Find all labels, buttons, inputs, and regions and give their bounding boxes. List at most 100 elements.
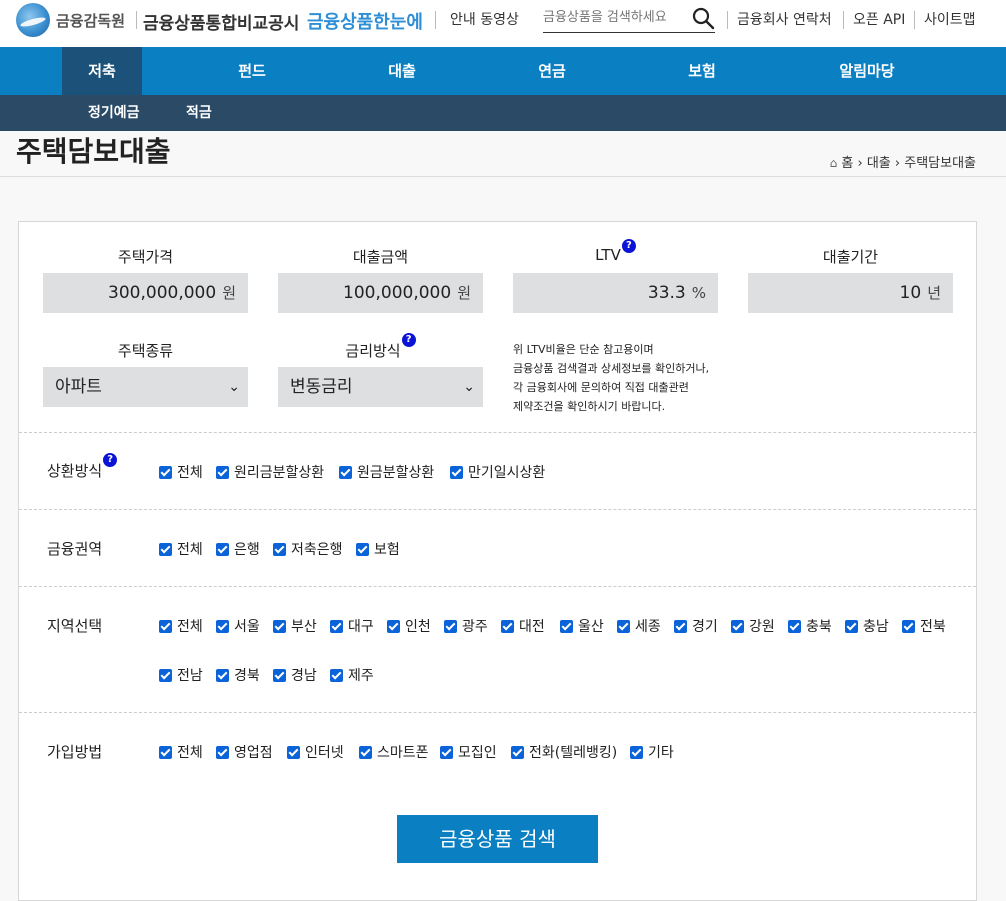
region-option[interactable]: 제주 <box>330 665 374 685</box>
search-button[interactable]: 금융상품 검색 <box>397 815 598 863</box>
repayment-option[interactable]: 원리금분할상환 <box>216 462 324 482</box>
portal-name[interactable]: 금융상품통합비교공시 <box>143 9 299 34</box>
repayment-option[interactable]: 원금분할상환 <box>339 462 434 482</box>
channel-option[interactable]: 전체 <box>159 742 203 762</box>
checkbox-checked-icon[interactable] <box>444 620 457 633</box>
loan-period-field[interactable]: 10 년 <box>748 273 953 313</box>
checkbox-checked-icon[interactable] <box>159 466 172 479</box>
nav-insurance[interactable]: 보험 <box>652 47 752 95</box>
checkbox-checked-icon[interactable] <box>216 543 229 556</box>
nav-savings[interactable]: 저축 <box>62 47 142 95</box>
region-option[interactable]: 경남 <box>273 665 317 685</box>
checkbox-checked-icon[interactable] <box>731 620 744 633</box>
region-option[interactable]: 전남 <box>159 665 203 685</box>
checkbox-checked-icon[interactable] <box>159 746 172 759</box>
region-option[interactable]: 경북 <box>216 665 260 685</box>
ltv-help-icon[interactable]: ? <box>621 239 636 253</box>
region-option[interactable]: 대구 <box>330 616 374 636</box>
region-option[interactable]: 서울 <box>216 616 260 636</box>
checkbox-checked-icon[interactable] <box>387 620 400 633</box>
nav-loans[interactable]: 대출 <box>352 47 452 95</box>
checkbox-checked-icon[interactable] <box>273 620 286 633</box>
open-api-link[interactable]: 오픈 API <box>853 9 905 29</box>
rate-type-select[interactable]: 변동금리 ⌄ <box>278 367 483 407</box>
rate-type-help-icon[interactable]: ? <box>401 333 416 347</box>
channel-option[interactable]: 전화(텔레뱅킹) <box>511 742 617 762</box>
region-option[interactable]: 전체 <box>159 616 203 636</box>
region-option[interactable]: 경기 <box>674 616 718 636</box>
checkbox-checked-icon[interactable] <box>330 669 343 682</box>
loan-amount-field[interactable]: 100,000,000 원 <box>278 273 483 313</box>
sector-option[interactable]: 보험 <box>356 539 400 559</box>
checkbox-checked-icon[interactable] <box>273 543 286 556</box>
channel-option[interactable]: 모집인 <box>440 742 497 762</box>
search-input[interactable] <box>543 5 683 29</box>
checkbox-checked-icon[interactable] <box>560 620 573 633</box>
house-price-field[interactable]: 300,000,000 원 <box>43 273 248 313</box>
checkbox-checked-icon[interactable] <box>356 543 369 556</box>
region-option[interactable]: 강원 <box>731 616 775 636</box>
checkbox-checked-icon[interactable] <box>216 669 229 682</box>
sector-label: 금융권역 <box>47 540 103 558</box>
page-title: 주택담보대출 <box>16 135 171 168</box>
checkbox-checked-icon[interactable] <box>287 746 300 759</box>
contacts-link[interactable]: 금융회사 연락처 <box>737 9 832 29</box>
checkbox-checked-icon[interactable] <box>159 620 172 633</box>
checkbox-checked-icon[interactable] <box>159 669 172 682</box>
checkbox-checked-icon[interactable] <box>788 620 801 633</box>
sitemap-link[interactable]: 사이트맵 <box>924 9 976 29</box>
checkbox-checked-icon[interactable] <box>359 746 372 759</box>
subnav-term-deposit[interactable]: 정기예금 <box>88 95 140 131</box>
org-name[interactable]: 금융감독원 <box>56 10 125 31</box>
checkbox-checked-icon[interactable] <box>450 466 463 479</box>
region-option[interactable]: 충북 <box>788 616 832 636</box>
checkbox-checked-icon[interactable] <box>511 746 524 759</box>
region-option[interactable]: 전북 <box>902 616 946 636</box>
brand-name[interactable]: 금융상품한눈에 <box>307 8 423 34</box>
repayment-help-icon[interactable]: ? <box>103 453 118 467</box>
subnav-installment[interactable]: 적금 <box>186 95 212 131</box>
region-option[interactable]: 대전 <box>501 616 545 636</box>
repayment-option[interactable]: 전체 <box>159 462 203 482</box>
nav-notices[interactable]: 알림마당 <box>812 47 922 95</box>
checkbox-checked-icon[interactable] <box>845 620 858 633</box>
checkbox-checked-icon[interactable] <box>216 466 229 479</box>
region-option[interactable]: 세종 <box>617 616 661 636</box>
nav-funds[interactable]: 펀드 <box>202 47 302 95</box>
breadcrumb-loans[interactable]: 대출 <box>867 156 891 171</box>
checkbox-checked-icon[interactable] <box>273 669 286 682</box>
channel-option[interactable]: 스마트폰 <box>359 742 429 762</box>
channel-option[interactable]: 영업점 <box>216 742 273 762</box>
sector-option[interactable]: 은행 <box>216 539 260 559</box>
house-type-select[interactable]: 아파트 ⌄ <box>43 367 248 407</box>
checkbox-checked-icon[interactable] <box>216 620 229 633</box>
home-icon[interactable]: ⌂ <box>830 156 838 170</box>
checkbox-checked-icon[interactable] <box>440 746 453 759</box>
region-option[interactable]: 부산 <box>273 616 317 636</box>
checkbox-checked-icon[interactable] <box>339 466 352 479</box>
breadcrumb-current: 주택담보대출 <box>904 156 976 171</box>
repayment-option[interactable]: 만기일시상환 <box>450 462 545 482</box>
checkbox-checked-icon[interactable] <box>216 746 229 759</box>
checkbox-checked-icon[interactable] <box>159 543 172 556</box>
checkbox-checked-icon[interactable] <box>330 620 343 633</box>
nav-pension[interactable]: 연금 <box>502 47 602 95</box>
checkbox-checked-icon[interactable] <box>501 620 514 633</box>
region-option[interactable]: 충남 <box>845 616 889 636</box>
checkbox-checked-icon[interactable] <box>902 620 915 633</box>
sector-option[interactable]: 저축은행 <box>273 539 343 559</box>
search-icon[interactable] <box>691 6 715 30</box>
loan-period-label: 대출기간 <box>822 248 879 266</box>
checkbox-checked-icon[interactable] <box>617 620 630 633</box>
fss-logo-icon[interactable] <box>16 3 50 37</box>
region-option[interactable]: 인천 <box>387 616 431 636</box>
checkbox-checked-icon[interactable] <box>674 620 687 633</box>
region-option[interactable]: 광주 <box>444 616 488 636</box>
sector-option[interactable]: 전체 <box>159 539 203 559</box>
channel-option[interactable]: 기타 <box>630 742 674 762</box>
breadcrumb-home[interactable]: 홈 <box>841 156 853 171</box>
checkbox-checked-icon[interactable] <box>630 746 643 759</box>
channel-option[interactable]: 인터넷 <box>287 742 344 762</box>
region-option[interactable]: 울산 <box>560 616 604 636</box>
guide-video-link[interactable]: 안내 동영상 <box>450 9 519 29</box>
